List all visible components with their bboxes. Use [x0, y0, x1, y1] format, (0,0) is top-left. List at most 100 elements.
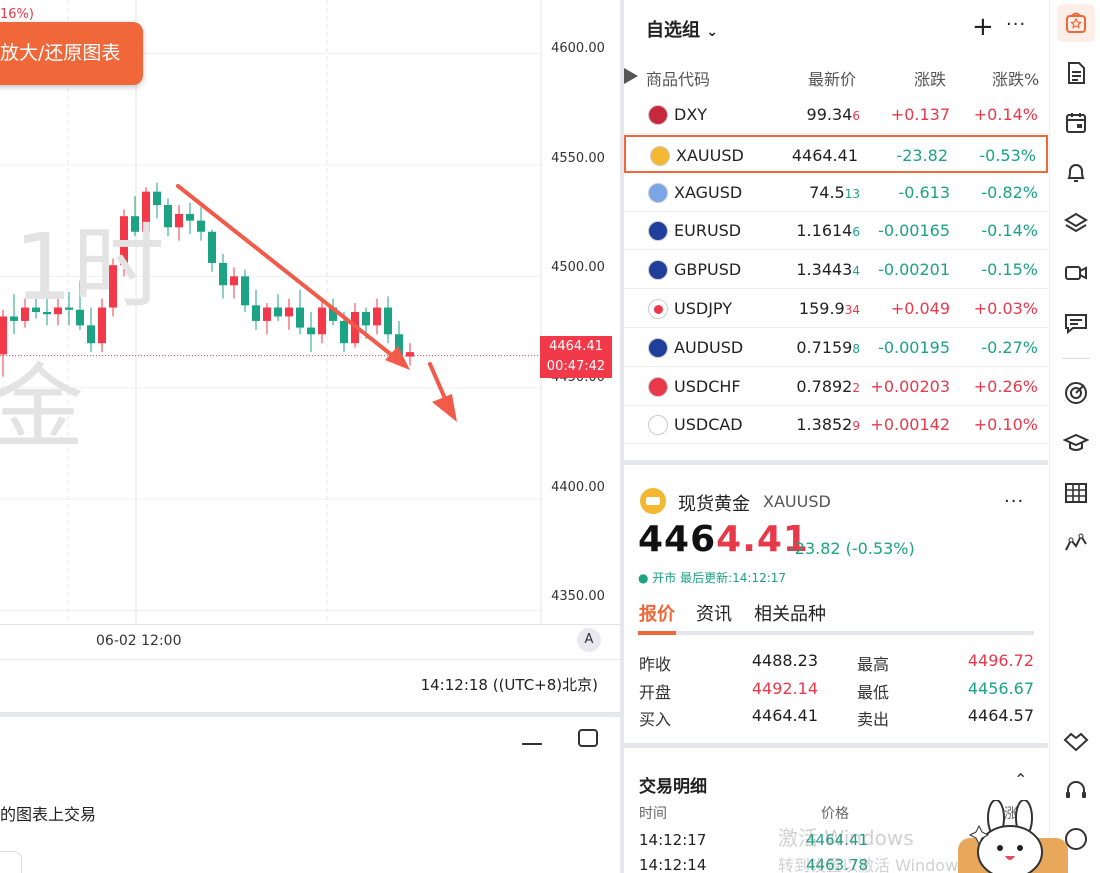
row-price: 74.513 [809, 183, 860, 202]
current-price: 4464.41 [638, 519, 809, 560]
row-change-pct: +0.03% [973, 299, 1038, 318]
last-price-flag: 4464.41 00:47:42 [540, 336, 612, 378]
more-icon[interactable]: ··· [1006, 14, 1026, 35]
table-icon[interactable] [1063, 480, 1089, 506]
row-price: 159.934 [799, 299, 860, 318]
stat-value: 4464.41 [751, 706, 818, 725]
row-symbol: USDJPY [674, 299, 732, 318]
symbol-name: 现货黄金 [678, 494, 750, 515]
timezone-bar: 14:12:18 ((UTC+8)北京) [0, 659, 620, 709]
row-price-main: 74.5 [809, 182, 845, 202]
auto-scale-button[interactable]: A [577, 628, 601, 652]
watchlist-row-usdcad[interactable]: USDCAD 1.38529 +0.00142 +0.10% [624, 406, 1048, 445]
row-symbol: XAGUSD [674, 182, 743, 202]
analysis-icon[interactable] [1063, 530, 1089, 556]
candle-body [0, 316, 7, 355]
silver-flag-icon [648, 182, 668, 203]
watchlist-row-dxy[interactable]: DXY 99.346 +0.137 +0.14% [624, 96, 1048, 134]
y-axis-label: 4600.00 [551, 41, 605, 56]
watchlist-row-eurusd[interactable]: EURUSD 1.16146 -0.00165 -0.14% [624, 212, 1048, 251]
gold-icon [640, 488, 666, 514]
row-symbol: DXY [674, 105, 708, 124]
watchlist-row-usdchf[interactable]: USDCHF 0.78922 +0.00203 +0.26% [624, 368, 1048, 406]
watchlist-group-select[interactable]: 自选组 ⌄ [646, 16, 718, 42]
stat-label: 最高 [857, 655, 890, 674]
minimize-icon[interactable] [522, 731, 542, 745]
tab-news[interactable]: 资讯 [696, 600, 732, 626]
row-price-tail: 6 [852, 109, 860, 123]
row-change: -0.613 [898, 182, 950, 202]
row-price-tail: 2 [852, 380, 860, 395]
row-change-pct: -0.14% [981, 221, 1038, 241]
trend-arrow-head [385, 346, 410, 370]
server-time[interactable]: 14:12:18 ((UTC+8)北京) [421, 674, 598, 695]
row-change: +0.049 [890, 299, 950, 318]
layers-icon[interactable] [1063, 210, 1089, 236]
row-change: +0.00142 [870, 415, 950, 435]
chart-area[interactable]: 1时 金 16%) 放大/还原图表 4600.00 4550.00 4500.0… [0, 0, 620, 628]
row-symbol: GBPUSD [674, 260, 742, 280]
stat-value: 4496.72 [967, 651, 1034, 670]
row-change-pct: +0.14% [973, 105, 1038, 124]
os-activation-hint: 转到设置以激活 Windows [778, 856, 967, 873]
watchlist-row-xauusd[interactable]: XAUUSD 4464.41 -23.82 -0.53% [624, 134, 1048, 173]
calendar-icon[interactable] [1063, 110, 1089, 136]
row-price-tail: 34 [844, 303, 860, 317]
video-icon[interactable] [1063, 260, 1089, 286]
zoom-chart-button[interactable]: 放大/还原图表 [0, 22, 143, 85]
collapse-icon[interactable] [624, 68, 638, 84]
add-symbol-icon[interactable]: + [972, 14, 994, 40]
row-price-tail: 9 [852, 419, 860, 434]
chat-icon[interactable] [1063, 310, 1089, 336]
document-icon[interactable] [1063, 60, 1089, 86]
row-price-tail: 6 [852, 225, 860, 240]
tab-related[interactable]: 相关品种 [754, 600, 826, 626]
tab-quote[interactable]: 报价 [639, 600, 675, 626]
bell-icon[interactable] [1063, 160, 1089, 186]
candle-body [197, 220, 205, 232]
tab-bar-track [638, 631, 1034, 635]
maximize-icon[interactable] [578, 729, 598, 747]
candle-body [87, 325, 95, 344]
support-icon[interactable] [1063, 778, 1089, 804]
watchlist-row-xagusd[interactable]: XAGUSD 74.513 -0.613 -0.82% [624, 174, 1048, 212]
row-price-main: 1.3852 [796, 415, 853, 435]
watchlist-row-gbpusd[interactable]: GBPUSD 1.34434 -0.00201 -0.15% [624, 251, 1048, 290]
chart-watermark-interval: 1时 [14, 214, 165, 321]
candle-body [230, 276, 238, 286]
row-change: -0.00201 [878, 260, 950, 280]
watchlist-row-usdjpy[interactable]: USDJPY 159.934 +0.049 +0.03% [624, 290, 1048, 328]
candle-body [285, 307, 293, 317]
col-change-pct[interactable]: 涨跌% [992, 66, 1039, 90]
more-icon[interactable]: ··· [1004, 491, 1024, 512]
col-symbol[interactable]: 商品代码 [646, 66, 710, 90]
row-price: 1.38529 [796, 415, 860, 434]
row-symbol: AUDUSD [674, 337, 744, 357]
bunny-mascot-icon[interactable] [968, 800, 1058, 873]
academy-icon[interactable] [1063, 430, 1089, 456]
row-change-pct: -0.82% [981, 182, 1038, 202]
handshake-icon[interactable] [1063, 728, 1089, 754]
row-price: 0.71598 [796, 338, 860, 357]
signal-icon[interactable] [1063, 380, 1089, 406]
watchlist-title: 自选组 [646, 20, 700, 41]
us-flag-icon [648, 105, 668, 125]
row-price-main: 4464.41 [791, 145, 858, 165]
right-toolbar [1049, 0, 1100, 873]
watchlist-row-audusd[interactable]: AUDUSD 0.71598 -0.00195 -0.27% [624, 329, 1048, 367]
trend-arrow-line [176, 184, 400, 362]
watchlist-icon[interactable] [1063, 10, 1089, 36]
candle-body [186, 213, 194, 221]
panel-card[interactable] [0, 851, 22, 873]
row-change: -0.00195 [878, 337, 950, 357]
col-price[interactable]: 最新价 [808, 66, 856, 90]
chart-panel: 1时 金 16%) 放大/还原图表 4600.00 4550.00 4500.0… [0, 0, 620, 873]
row-price: 1.34434 [796, 260, 860, 279]
row-price-main: 99.34 [806, 105, 853, 124]
chevron-up-icon[interactable]: ⌃ [1014, 770, 1027, 789]
candle-body [252, 305, 260, 321]
gold-flag-icon [650, 145, 670, 166]
col-change[interactable]: 涨跌 [914, 66, 946, 90]
candle-body [296, 307, 304, 328]
row-price-main: 0.7892 [796, 376, 853, 396]
